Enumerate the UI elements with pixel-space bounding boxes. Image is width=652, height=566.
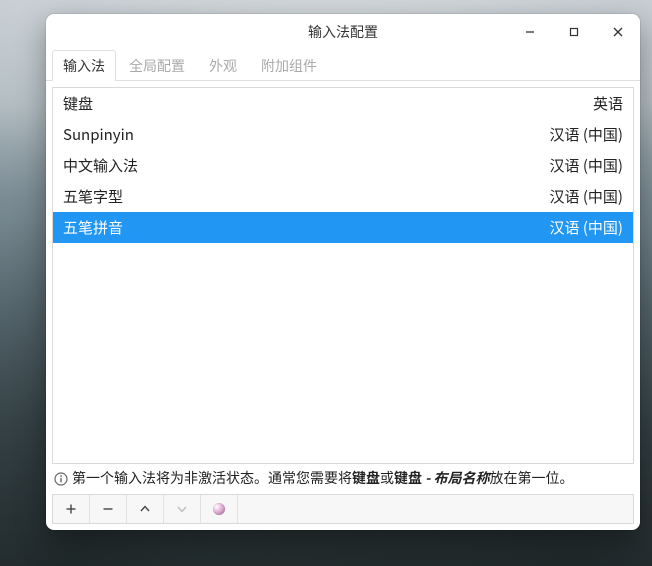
- hint-body: 第一个输入法将为非激活状态。通常您需要将键盘或键盘 - 布局名称放在第一位。: [72, 469, 574, 489]
- ime-config-window: 输入法配置 输入法 全局配置 外观 附加组件: [46, 14, 640, 530]
- im-lang: 汉语 (中国): [549, 155, 623, 176]
- add-button[interactable]: [53, 495, 90, 523]
- tab-global-config[interactable]: 全局配置: [118, 50, 196, 81]
- im-name: 五笔字型: [63, 186, 123, 207]
- move-up-button[interactable]: [127, 495, 164, 523]
- im-name: 键盘: [63, 93, 93, 114]
- list-item[interactable]: 键盘 英语: [53, 88, 633, 119]
- tab-content: 键盘 英语 Sunpinyin 汉语 (中国) 中文输入法 汉语 (中国) 五笔…: [46, 81, 640, 530]
- tab-addons[interactable]: 附加组件: [250, 50, 328, 81]
- info-icon: [54, 472, 68, 486]
- list-item[interactable]: 中文输入法 汉语 (中国): [53, 150, 633, 181]
- minimize-icon: [524, 26, 536, 38]
- im-lang: 汉语 (中国): [549, 217, 623, 238]
- close-icon: [612, 26, 624, 38]
- titlebar[interactable]: 输入法配置: [46, 14, 640, 50]
- im-name: 中文输入法: [63, 155, 138, 176]
- im-lang: 英语: [593, 93, 623, 114]
- gear-icon: [213, 503, 225, 515]
- list-toolbar: [52, 494, 634, 524]
- move-down-button[interactable]: [164, 495, 201, 523]
- list-item[interactable]: Sunpinyin 汉语 (中国): [53, 119, 633, 150]
- remove-button[interactable]: [90, 495, 127, 523]
- plus-icon: [65, 503, 77, 515]
- im-name: Sunpinyin: [63, 124, 134, 145]
- configure-button[interactable]: [201, 495, 238, 523]
- minimize-button[interactable]: [508, 14, 552, 50]
- tab-input-method[interactable]: 输入法: [52, 50, 116, 81]
- tab-appearance[interactable]: 外观: [198, 50, 248, 81]
- maximize-button[interactable]: [552, 14, 596, 50]
- im-lang: 汉语 (中国): [549, 186, 623, 207]
- minus-icon: [102, 503, 114, 515]
- maximize-icon: [568, 26, 580, 38]
- list-item-selected[interactable]: 五笔拼音 汉语 (中国): [53, 212, 633, 243]
- chevron-down-icon: [176, 503, 188, 515]
- close-button[interactable]: [596, 14, 640, 50]
- input-method-list[interactable]: 键盘 英语 Sunpinyin 汉语 (中国) 中文输入法 汉语 (中国) 五笔…: [52, 87, 634, 464]
- window-controls: [508, 14, 640, 50]
- list-item[interactable]: 五笔字型 汉语 (中国): [53, 181, 633, 212]
- keyboard-layout-button[interactable]: [238, 495, 274, 523]
- im-name: 五笔拼音: [63, 217, 123, 238]
- im-lang: 汉语 (中国): [549, 124, 623, 145]
- tab-bar: 输入法 全局配置 外观 附加组件: [46, 50, 640, 81]
- hint-text: 第一个输入法将为非激活状态。通常您需要将键盘或键盘 - 布局名称放在第一位。: [52, 468, 634, 490]
- chevron-up-icon: [139, 503, 151, 515]
